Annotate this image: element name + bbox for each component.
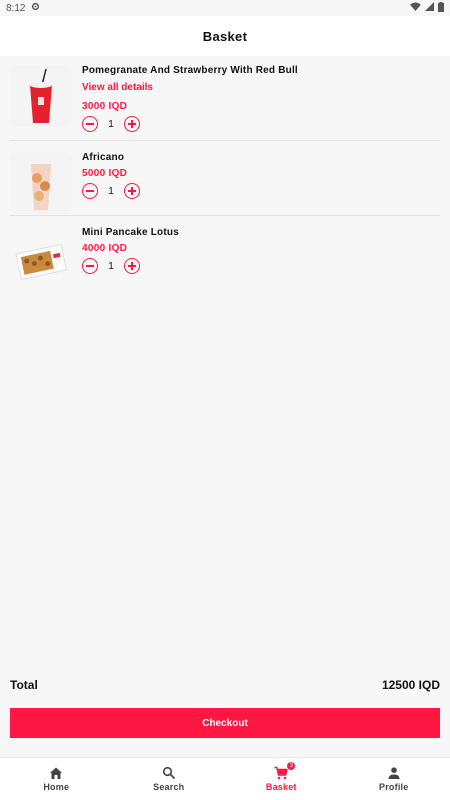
item-name: Africano bbox=[82, 152, 125, 163]
decrease-button[interactable] bbox=[82, 183, 98, 199]
app-bar: Basket bbox=[0, 16, 450, 56]
nav-profile[interactable]: Profile bbox=[338, 758, 450, 800]
nav-profile-label: Profile bbox=[379, 782, 409, 792]
nav-home[interactable]: Home bbox=[0, 758, 113, 800]
nav-basket-label: Basket bbox=[265, 782, 297, 792]
item-price: 3000 IQD bbox=[82, 101, 128, 112]
decrease-button[interactable] bbox=[82, 258, 98, 274]
nav-basket[interactable]: 3 Basket bbox=[225, 758, 338, 800]
basket-item: Africano 5000 IQD 1 bbox=[10, 141, 440, 216]
checkout-button[interactable]: Checkout bbox=[10, 708, 440, 738]
increase-button[interactable] bbox=[124, 183, 140, 199]
view-details-link[interactable]: View all details bbox=[82, 82, 153, 94]
increase-button[interactable] bbox=[124, 116, 140, 132]
nav-search[interactable]: Search bbox=[113, 758, 226, 800]
quantity-stepper: 1 bbox=[82, 258, 440, 274]
status-bar: 8:12 bbox=[0, 0, 450, 16]
basket-list: Pomegranate And Strawberry With Red Bull… bbox=[10, 58, 440, 292]
product-image bbox=[10, 65, 72, 127]
total-row: Total 12500 IQD bbox=[10, 678, 440, 692]
status-time: 8:12 bbox=[6, 2, 26, 14]
minus-icon bbox=[86, 190, 94, 192]
item-price: 4000 IQD bbox=[82, 243, 128, 254]
total-label: Total bbox=[10, 678, 38, 692]
minus-icon bbox=[86, 123, 94, 125]
battery-icon bbox=[438, 1, 444, 15]
signal-icon bbox=[425, 2, 434, 14]
settings-icon bbox=[31, 2, 40, 14]
quantity-value: 1 bbox=[108, 260, 114, 272]
total-value: 12500 IQD bbox=[381, 678, 440, 692]
quantity-value: 1 bbox=[108, 118, 114, 130]
page-title: Basket bbox=[202, 28, 248, 44]
item-price: 5000 IQD bbox=[82, 168, 128, 179]
item-name: Mini Pancake Lotus bbox=[82, 227, 179, 238]
nav-home-label: Home bbox=[43, 782, 70, 792]
minus-icon bbox=[86, 265, 94, 267]
person-icon bbox=[387, 766, 401, 780]
basket-item: Mini Pancake Lotus 4000 IQD 1 bbox=[10, 216, 440, 292]
wifi-icon bbox=[410, 2, 421, 14]
basket-count-badge: 3 bbox=[286, 761, 297, 771]
quantity-value: 1 bbox=[108, 185, 114, 197]
quantity-stepper: 1 bbox=[82, 116, 440, 132]
quantity-stepper: 1 bbox=[82, 183, 440, 199]
decrease-button[interactable] bbox=[82, 116, 98, 132]
product-image bbox=[10, 227, 72, 289]
item-name: Pomegranate And Strawberry With Red Bull bbox=[82, 65, 298, 76]
home-icon bbox=[49, 766, 63, 780]
search-icon bbox=[162, 766, 176, 780]
nav-search-label: Search bbox=[153, 782, 185, 792]
increase-button[interactable] bbox=[124, 258, 140, 274]
cart-icon: 3 bbox=[274, 761, 297, 780]
basket-item: Pomegranate And Strawberry With Red Bull… bbox=[10, 58, 440, 141]
bottom-nav: Home Search 3 Basket Profile bbox=[0, 757, 450, 800]
product-image bbox=[10, 152, 72, 214]
